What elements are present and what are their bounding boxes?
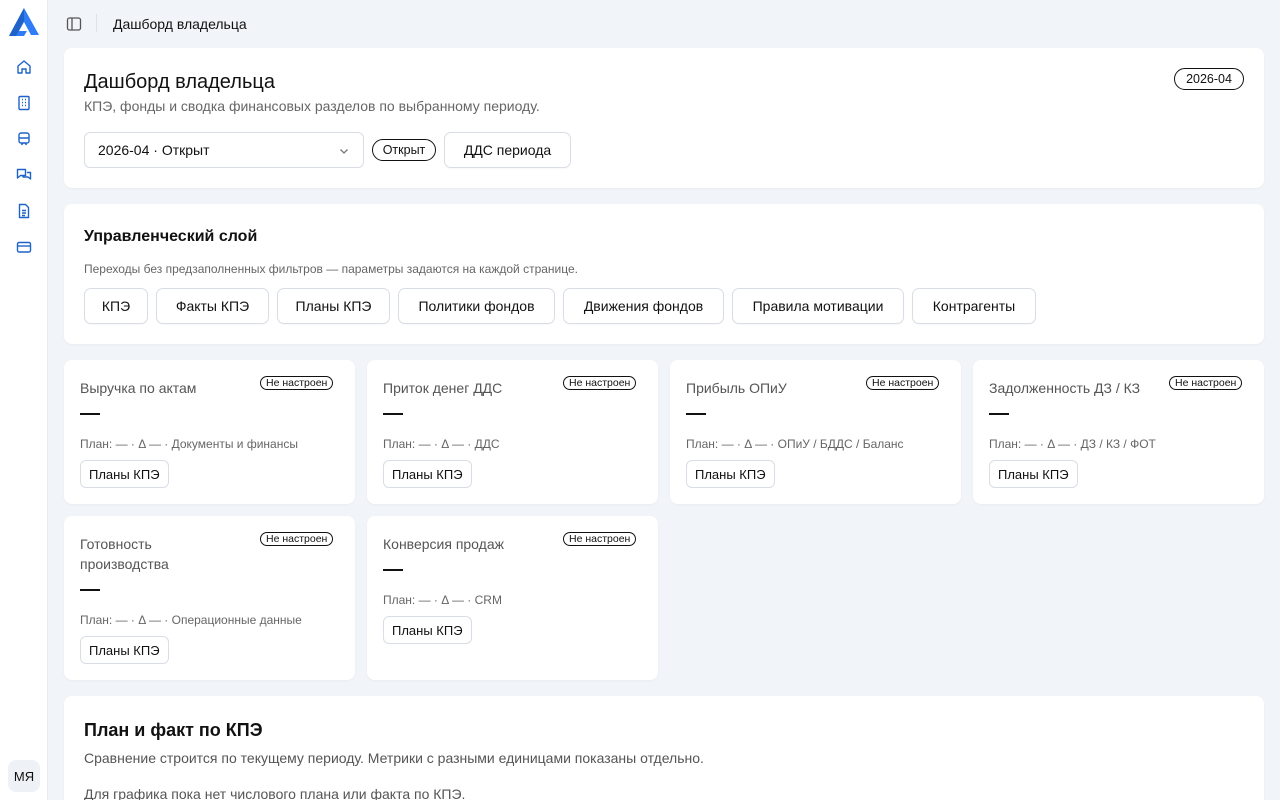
kpi-value xyxy=(989,413,1009,415)
sidebar-toggle-icon[interactable] xyxy=(64,14,84,34)
nav-fund-movements-button[interactable]: Движения фондов xyxy=(563,288,724,324)
card-icon[interactable] xyxy=(12,235,36,259)
kpi-value xyxy=(383,413,403,415)
header-card: Дашборд владельца КПЭ, фонды и сводка фи… xyxy=(64,48,1264,188)
status-badge: Не настроен xyxy=(563,376,637,390)
kpi-meta: План: — · Δ — · ОПиУ / БДДС / Баланс xyxy=(686,437,904,451)
nav-kpi-button[interactable]: КПЭ xyxy=(84,288,148,324)
nav-fund-policies-button[interactable]: Политики фондов xyxy=(398,288,555,324)
topbar-divider xyxy=(96,14,97,32)
kpi-value xyxy=(686,413,706,415)
train-icon[interactable] xyxy=(12,127,36,151)
kpi-plans-button[interactable]: Планы КПЭ xyxy=(383,460,472,488)
kpi-plans-button[interactable]: Планы КПЭ xyxy=(80,636,169,664)
period-select-value: 2026-04 · Открыт xyxy=(98,142,210,158)
kpi-meta: План: — · Δ — · Документы и финансы xyxy=(80,437,298,451)
nav-motivation-rules-button[interactable]: Правила мотивации xyxy=(732,288,904,324)
logo-icon[interactable] xyxy=(7,6,41,38)
kpi-title: Готовность производства xyxy=(80,536,169,572)
kpi-plans-button[interactable]: Планы КПЭ xyxy=(383,616,472,644)
page-title: Дашборд владельца xyxy=(84,71,275,93)
kpi-value xyxy=(80,589,100,591)
period-badge: 2026-04 xyxy=(1174,68,1244,90)
kpi-card: Прибыль ОПиУ Не настроен План: — · Δ — ·… xyxy=(670,360,961,504)
kpi-title: Выручка по актам xyxy=(80,380,197,396)
kpi-value xyxy=(383,569,403,571)
kpi-card: Задолженность ДЗ / КЗ Не настроен План: … xyxy=(973,360,1264,504)
kpi-title: Приток денег ДДС xyxy=(383,380,503,396)
breadcrumb: Дашборд владельца xyxy=(113,16,247,32)
plan-fact-empty-state: Для графика пока нет числового плана или… xyxy=(84,786,466,800)
status-badge: Открыт xyxy=(372,139,436,161)
kpi-card: Конверсия продаж Не настроен План: — · Δ… xyxy=(367,516,658,680)
kpi-title: Прибыль ОПиУ xyxy=(686,380,787,396)
document-icon[interactable] xyxy=(12,199,36,223)
nav-counterparties-button[interactable]: Контрагенты xyxy=(912,288,1036,324)
kpi-meta: План: — · Δ — · ДДС xyxy=(383,437,500,451)
kpi-plans-button[interactable]: Планы КПЭ xyxy=(686,460,775,488)
plan-fact-title: План и факт по КПЭ xyxy=(84,720,263,740)
management-subtitle: Переходы без предзаполненных фильтров — … xyxy=(84,262,579,276)
plan-fact-subtitle: Сравнение строится по текущему периоду. … xyxy=(84,750,704,766)
kpi-card: Приток денег ДДС Не настроен План: — · Δ… xyxy=(367,360,658,504)
status-badge: Не настроен xyxy=(563,532,637,546)
building-icon[interactable] xyxy=(12,91,36,115)
kpi-card: Готовность производства Не настроен План… xyxy=(64,516,355,680)
kpi-value xyxy=(80,413,100,415)
kpi-meta: План: — · Δ — · Операционные данные xyxy=(80,613,302,627)
sidebar: МЯ xyxy=(0,0,48,800)
nav-kpi-facts-button[interactable]: Факты КПЭ xyxy=(156,288,269,324)
status-badge: Не настроен xyxy=(260,532,334,546)
page-subtitle: КПЭ, фонды и сводка финансовых разделов … xyxy=(84,98,540,114)
nav-kpi-plans-button[interactable]: Планы КПЭ xyxy=(277,288,390,324)
dds-period-button[interactable]: ДДС периода xyxy=(444,132,571,168)
kpi-meta: План: — · Δ — · ДЗ / КЗ / ФОТ xyxy=(989,437,1156,451)
home-icon[interactable] xyxy=(12,55,36,79)
kpi-title: Задолженность ДЗ / КЗ xyxy=(989,380,1141,396)
status-badge: Не настроен xyxy=(866,376,940,390)
status-badge: Не настроен xyxy=(260,376,334,390)
kpi-plans-button[interactable]: Планы КПЭ xyxy=(989,460,1078,488)
chat-icon[interactable] xyxy=(12,163,36,187)
plan-fact-card: План и факт по КПЭ Сравнение строится по… xyxy=(64,696,1264,800)
kpi-title: Конверсия продаж xyxy=(383,536,504,552)
avatar[interactable]: МЯ xyxy=(8,760,40,792)
kpi-meta: План: — · Δ — · CRM xyxy=(383,593,502,607)
status-badge: Не настроен xyxy=(1169,376,1243,390)
management-title: Управленческий слой xyxy=(84,228,258,245)
period-select[interactable]: 2026-04 · Открыт xyxy=(84,132,364,168)
chevron-down-icon xyxy=(337,144,351,158)
kpi-card: Выручка по актам Не настроен План: — · Δ… xyxy=(64,360,355,504)
management-card: Управленческий слой Переходы без предзап… xyxy=(64,204,1264,344)
kpi-plans-button[interactable]: Планы КПЭ xyxy=(80,460,169,488)
